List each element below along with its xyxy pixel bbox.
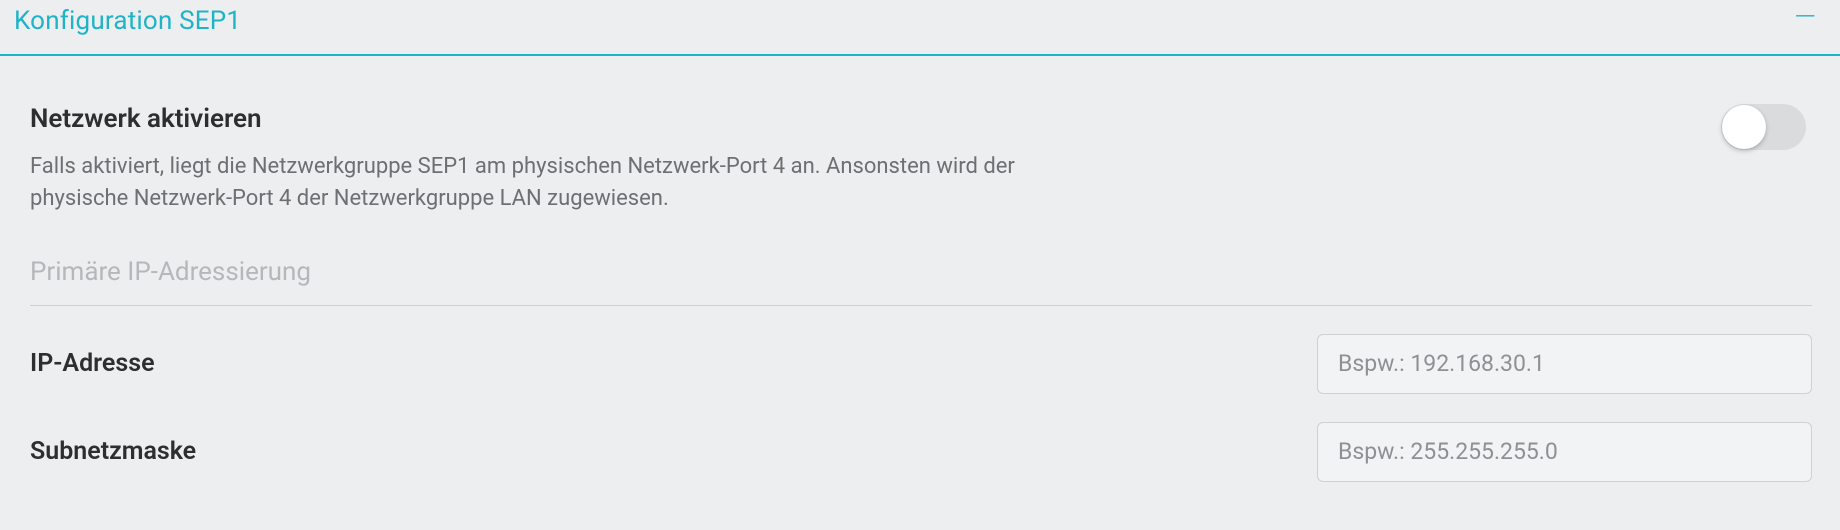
panel-title: Konfiguration SEP1 xyxy=(14,6,241,36)
ip-address-label: IP-Adresse xyxy=(30,347,155,381)
ip-address-row: IP-Adresse xyxy=(30,306,1812,394)
toggle-knob xyxy=(1722,105,1766,149)
panel-header: Konfiguration SEP1 — xyxy=(0,0,1840,56)
subnet-mask-row: Subnetzmaske xyxy=(30,394,1812,482)
activate-network-row: Netzwerk aktivieren Falls aktiviert, lie… xyxy=(30,102,1812,215)
subnet-mask-input[interactable] xyxy=(1317,422,1812,482)
activate-network-text: Netzwerk aktivieren Falls aktiviert, lie… xyxy=(30,102,1180,215)
panel-body: Netzwerk aktivieren Falls aktiviert, lie… xyxy=(0,56,1840,482)
primary-ip-heading: Primäre IP-Adressierung xyxy=(30,257,1812,306)
collapse-icon[interactable]: — xyxy=(1790,12,1820,30)
activate-network-description: Falls aktiviert, liegt die Netzwerkgrupp… xyxy=(30,151,1110,215)
activate-network-toggle[interactable] xyxy=(1721,104,1806,150)
ip-address-input[interactable] xyxy=(1317,334,1812,394)
subnet-mask-label: Subnetzmaske xyxy=(30,435,196,469)
activate-network-label: Netzwerk aktivieren xyxy=(30,102,1180,137)
